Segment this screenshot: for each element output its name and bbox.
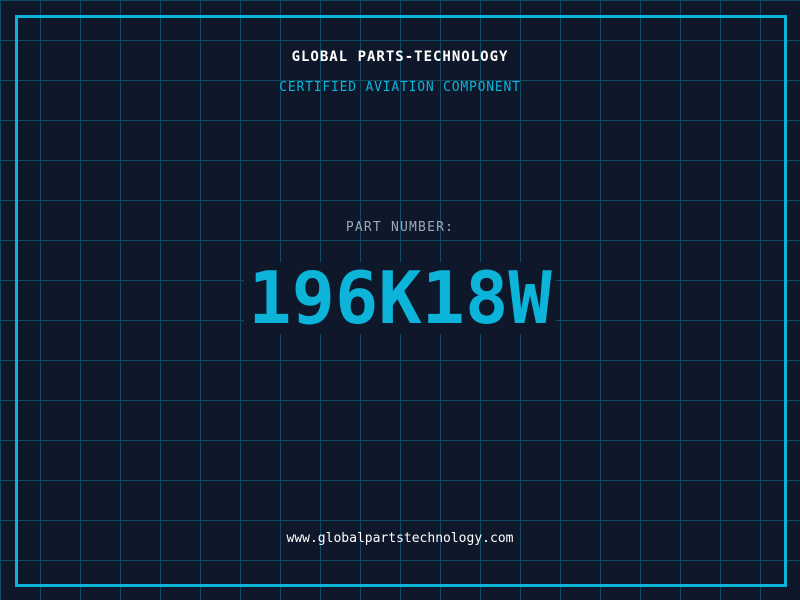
- part-number-value: 196K18W: [244, 262, 556, 334]
- website-url: www.globalpartstechnology.com: [286, 531, 514, 546]
- certification-subtitle: CERTIFIED AVIATION COMPONENT: [279, 80, 521, 95]
- part-number-container: 196K18W: [0, 262, 800, 334]
- company-title: GLOBAL PARTS-TECHNOLOGY: [291, 49, 509, 65]
- part-number-label: PART NUMBER:: [345, 220, 455, 235]
